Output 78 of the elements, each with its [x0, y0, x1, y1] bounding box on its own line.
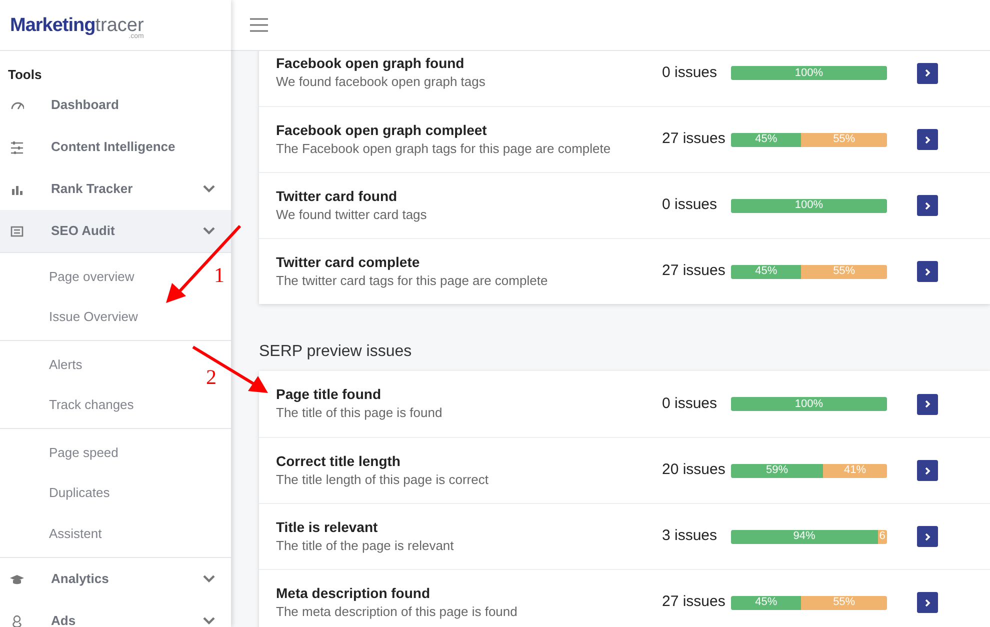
open-button[interactable] — [917, 62, 938, 84]
issue-title: Correct title length — [276, 452, 400, 470]
issue-count: 27 issues — [662, 129, 726, 150]
issue-count: 0 issues — [662, 394, 718, 414]
issue-description: The meta description of this page is found — [276, 602, 518, 621]
open-button[interactable] — [917, 394, 938, 414]
sliders-icon — [10, 140, 24, 154]
submenu-item[interactable]: Page speed — [49, 442, 118, 462]
chevron-down-icon — [203, 574, 215, 582]
failed-segment: 55% — [801, 132, 887, 146]
issue-description: The title of this page is found — [276, 404, 442, 422]
issue-count: 0 issues — [662, 62, 718, 83]
chevron-right-icon — [924, 466, 930, 474]
submenu-item[interactable]: Assistent — [49, 524, 102, 543]
chevron-right-icon — [924, 532, 930, 540]
sidebar-item[interactable]: Analytics — [0, 558, 231, 600]
chevron-right-icon — [924, 136, 930, 144]
failed-segment: 6 — [878, 530, 887, 544]
open-button[interactable] — [917, 261, 938, 282]
failed-segment: 55% — [801, 596, 887, 610]
submenu-item[interactable]: Page overview — [49, 266, 134, 286]
issue-title: Title is relevant — [276, 518, 378, 536]
issue-title: Twitter card found — [276, 186, 398, 204]
sidebar-item[interactable]: Dashboard — [0, 84, 231, 126]
passed-segment: 94% — [731, 530, 878, 544]
passed-segment: 59% — [731, 464, 824, 478]
chevron-right-icon — [924, 400, 930, 408]
passed-segment: 100% — [731, 397, 887, 411]
sidebar-item[interactable]: Content Intelligence — [0, 126, 231, 168]
issue-count: 3 issues — [662, 526, 718, 546]
annotation-number: 2 — [206, 365, 216, 389]
issue-title: Meta description found — [276, 584, 430, 602]
issue-count: 20 issues — [662, 460, 726, 480]
open-button[interactable] — [917, 129, 938, 150]
open-button[interactable] — [917, 526, 938, 547]
submenu-item[interactable]: Duplicates — [49, 483, 110, 502]
chevron-right-icon — [924, 69, 930, 77]
passed-segment: 100% — [731, 198, 887, 212]
sidebar-heading: Tools — [7, 66, 42, 84]
issue-count: 0 issues — [662, 195, 718, 216]
submenu-item[interactable]: Alerts — [49, 354, 82, 374]
failed-segment: 41% — [823, 464, 887, 478]
issue-title: Page title found — [276, 385, 381, 403]
issue-description: The twitter card tags for this page are complete — [276, 272, 548, 290]
sidebar-item[interactable]: Ads — [0, 600, 231, 627]
issue-description: We found facebook open graph tags — [276, 73, 486, 91]
passed-segment: 45% — [731, 264, 802, 278]
submenu-item[interactable]: Issue Overview — [49, 307, 138, 326]
sidebar-item[interactable]: SEO Audit — [0, 210, 231, 252]
chevron-right-icon — [924, 268, 930, 276]
open-button[interactable] — [917, 460, 938, 481]
issue-description: We found twitter card tags — [276, 206, 427, 224]
issue-count: 27 issues — [662, 261, 726, 282]
open-button[interactable] — [917, 592, 938, 613]
issue-title: Facebook open graph compleet — [276, 120, 487, 138]
chevron-down-icon — [203, 616, 215, 624]
passed-segment: 100% — [731, 66, 887, 80]
open-button[interactable] — [917, 195, 938, 216]
submenu-item[interactable]: Track changes — [49, 395, 134, 414]
letter-g-icon — [10, 614, 24, 627]
chevron-down-icon — [203, 185, 215, 193]
issue-count: 27 issues — [662, 592, 726, 612]
issue-description: The title length of this page is correct — [276, 470, 488, 489]
menu-icon[interactable] — [250, 18, 268, 32]
sidebar-item[interactable]: Rank Tracker — [0, 168, 231, 210]
passed-segment: 45% — [731, 596, 802, 610]
issue-description: The Facebook open graph tags for this page are complete — [276, 140, 611, 158]
document-icon — [10, 224, 24, 238]
chevron-right-icon — [924, 202, 930, 210]
issue-title: Facebook open graph found — [276, 54, 464, 72]
chevron-right-icon — [924, 598, 930, 606]
chevron-down-icon — [203, 227, 215, 235]
passed-segment: 45% — [731, 132, 802, 146]
issue-description: The title of the page is relevant — [276, 536, 454, 555]
issue-title: Twitter card complete — [276, 252, 420, 270]
section-heading: SERP preview issues — [259, 342, 412, 362]
annotation-number: 1 — [214, 263, 224, 287]
failed-segment: 55% — [801, 264, 887, 278]
